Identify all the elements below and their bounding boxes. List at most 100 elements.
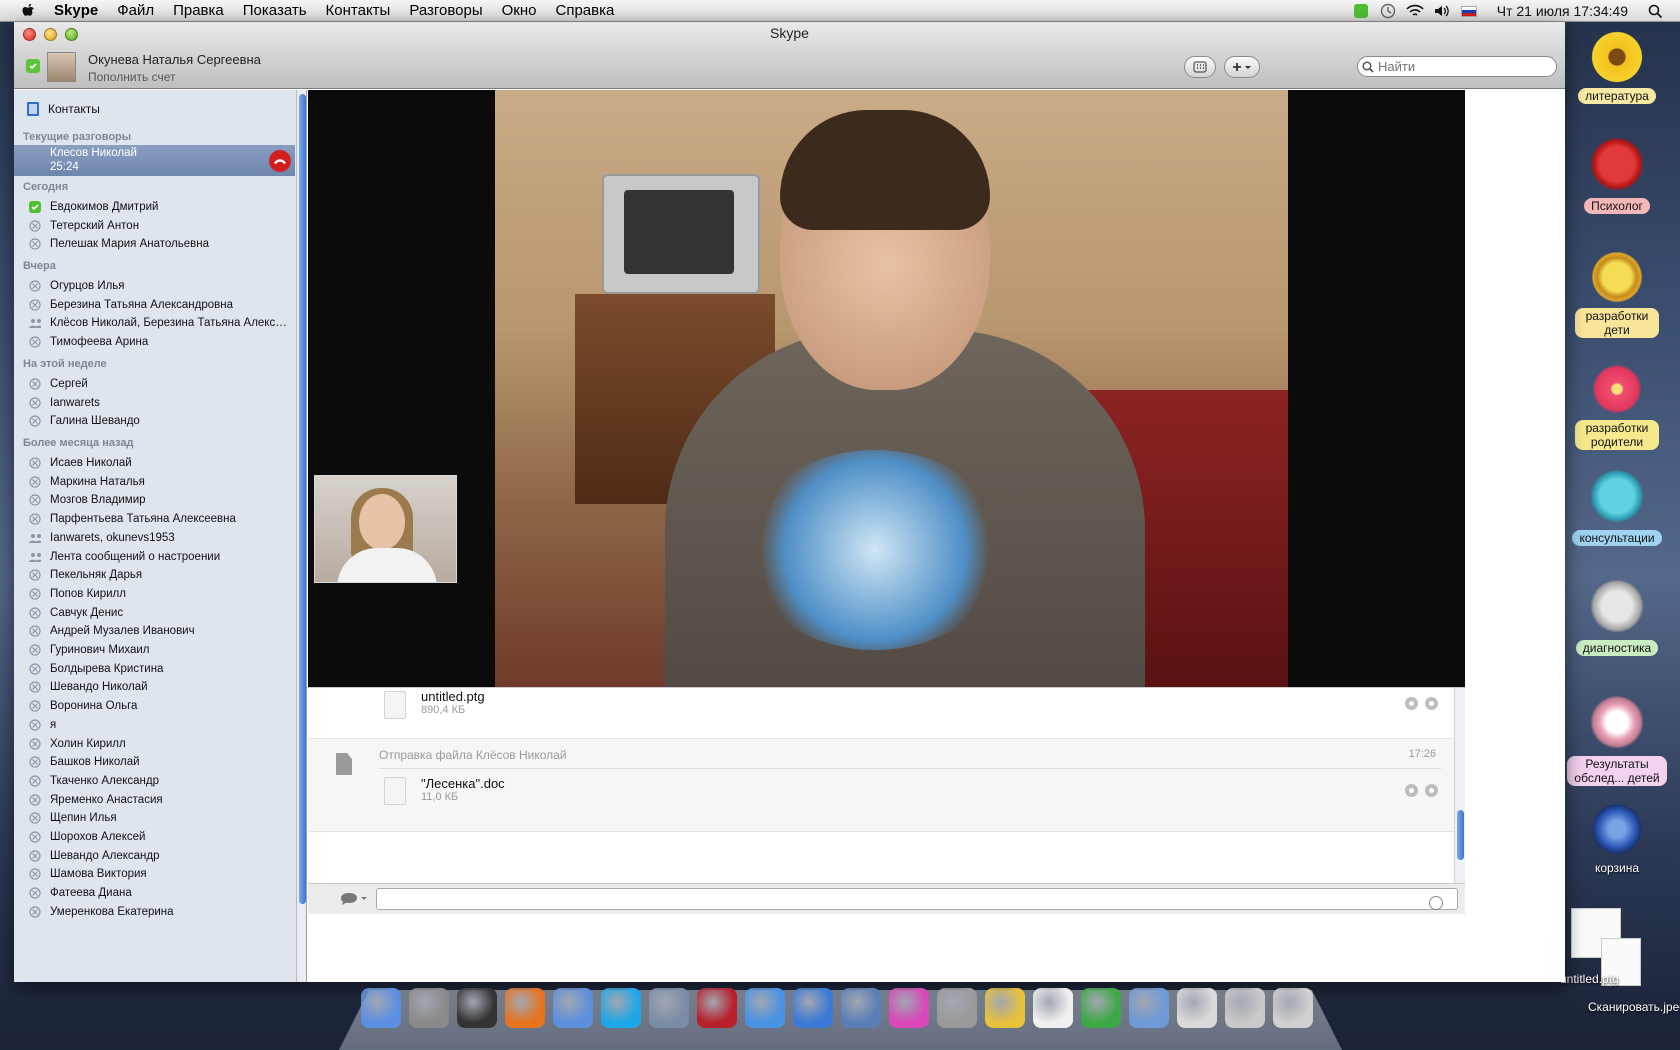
sidebar-contact-item[interactable]: Маркина Наталья [14, 472, 294, 492]
file-transfer-item[interactable]: untitled.ptg 890,4 КБ [308, 688, 1454, 734]
search-field[interactable] [1357, 56, 1557, 77]
sidebar-contact-item[interactable]: Яременко Анастасия [14, 790, 294, 810]
sidebar-contact-item[interactable]: Шорохов Алексей [14, 827, 294, 847]
desktop-icon-dev-parents[interactable]: разработки родители [1567, 360, 1667, 450]
user-name[interactable]: Окунева Наталья Сергеевна [88, 52, 261, 67]
sidebar-contact-item[interactable]: Воронина Ольга [14, 696, 294, 716]
dashboard-icon[interactable] [457, 988, 497, 1028]
menu-window[interactable]: Окно [502, 2, 537, 19]
sidebar-contact-item[interactable]: Березина Татьяна Александровна [14, 295, 294, 315]
menu-conversations[interactable]: Разговоры [409, 2, 482, 19]
preview-icon[interactable] [841, 988, 881, 1028]
desktop-icon-literature[interactable]: литература [1567, 28, 1667, 104]
sidebar-contact-item[interactable]: Андрей Музалев Иванович [14, 621, 294, 641]
sidebar-contact-item[interactable]: Шевандо Александр [14, 846, 294, 866]
facetime-icon[interactable] [553, 988, 593, 1028]
itunes-icon[interactable] [793, 988, 833, 1028]
file-transfer-item[interactable]: "Лесенка".doc 11,0 КБ [308, 776, 1454, 823]
sidebar-contact-item[interactable]: Исаев Николай [14, 453, 294, 473]
sidebar-contact-item[interactable]: Фатеева Диана [14, 883, 294, 903]
reveal-file-icon[interactable] [1405, 784, 1418, 797]
preview-file-icon[interactable] [1425, 697, 1438, 710]
desktop-icon-consultations[interactable]: консультации [1567, 470, 1667, 546]
sidebar-contact-item[interactable]: Парфентьева Татьяна Алексеевна [14, 509, 294, 529]
desktop-icon-psychologist[interactable]: Психолог [1567, 138, 1667, 214]
menu-app-name[interactable]: Skype [54, 2, 98, 19]
sidebar-contact-item[interactable]: Холин Кирилл [14, 734, 294, 754]
sidebar-contact-item[interactable]: Пелешак Мария Анатольевна [14, 234, 294, 254]
sidebar-contact-item[interactable]: Шевандо Николай [14, 677, 294, 697]
top-up-credit-link[interactable]: Пополнить счет [88, 70, 176, 84]
dial-pad-button[interactable] [1184, 56, 1216, 78]
gamecenter-icon[interactable] [889, 988, 929, 1028]
desktop-icon-trash[interactable]: корзина [1567, 800, 1667, 876]
time-machine-icon[interactable] [1377, 2, 1399, 20]
applications-folder-icon[interactable] [1129, 988, 1169, 1028]
sidebar-contact-item[interactable]: Ткаченко Александр [14, 771, 294, 791]
sidebar-contact-item[interactable]: Клёсов Николай, Березина Татьяна Алексан… [14, 313, 294, 333]
menu-edit[interactable]: Правка [173, 2, 224, 19]
sidebar-contact-item[interactable]: Савчук Денис [14, 603, 294, 623]
sidebar-contact-item[interactable]: Сергей [14, 374, 294, 394]
mail-icon[interactable] [649, 988, 689, 1028]
reveal-file-icon[interactable] [1405, 697, 1418, 710]
trash-icon[interactable] [1273, 988, 1313, 1028]
imovie-icon[interactable] [937, 988, 977, 1028]
emoticon-icon[interactable] [1429, 896, 1443, 910]
hang-up-button[interactable] [269, 150, 291, 172]
sidebar-contact-item[interactable]: Башков Николай [14, 752, 294, 772]
sidebar-contact-item[interactable]: Тимофеева Арина [14, 332, 294, 352]
downloads-stack-icon[interactable] [1225, 988, 1265, 1028]
file-name[interactable]: untitled.ptg [421, 689, 485, 704]
sidebar-scrollbar[interactable] [296, 90, 306, 982]
sidebar-contact-item[interactable]: Пекельняк Дарья [14, 565, 294, 585]
online-status-icon[interactable] [26, 59, 40, 73]
search-input[interactable] [1378, 59, 1538, 74]
desktop-icon-dev-children[interactable]: разработки дети [1567, 248, 1667, 338]
avatar[interactable] [47, 52, 76, 82]
sidebar-contact-item[interactable]: Ianwarets, okunevs1953 [14, 528, 294, 548]
sidebar-contact-item[interactable]: Лента сообщений о настроении [14, 547, 294, 567]
chat-scroll-thumb[interactable] [1457, 810, 1464, 860]
system-prefs-icon[interactable] [409, 988, 449, 1028]
sidebar-contact-item[interactable]: Болдырева Кристина [14, 659, 294, 679]
sidebar-item-contacts[interactable]: Контакты [26, 102, 100, 116]
chat-scrollbar[interactable] [1454, 688, 1465, 884]
apple-menu-icon[interactable] [18, 3, 40, 19]
menu-file[interactable]: Файл [117, 2, 154, 19]
self-video-preview[interactable] [314, 475, 457, 583]
add-button[interactable] [1224, 56, 1260, 78]
yellow-cat-icon[interactable] [985, 988, 1025, 1028]
desktop-icon-diagnostics[interactable]: диагностика [1567, 580, 1667, 656]
menu-help[interactable]: Справка [556, 2, 615, 19]
sidebar-contact-item[interactable]: я [14, 715, 294, 735]
sidebar-scroll-thumb[interactable] [299, 94, 306, 904]
spotlight-icon[interactable] [1644, 2, 1666, 20]
documents-stack-icon[interactable] [1177, 988, 1217, 1028]
sidebar-contact-item[interactable]: Ianwarets [14, 393, 294, 413]
wifi-icon[interactable] [1404, 2, 1426, 20]
firefox-icon[interactable] [505, 988, 545, 1028]
skype-icon[interactable] [601, 988, 641, 1028]
sidebar-contact-item[interactable]: Гуринович Михаил [14, 640, 294, 660]
green-cat-icon[interactable] [1081, 988, 1121, 1028]
menu-contacts[interactable]: Контакты [326, 2, 391, 19]
active-call-row[interactable]: Клесов Николай 25:24 [14, 145, 295, 176]
sidebar-contact-item[interactable]: Галина Шевандо [14, 411, 294, 431]
volume-icon[interactable] [1431, 2, 1453, 20]
sidebar-contact-item[interactable]: Щепин Илья [14, 808, 294, 828]
photobooth-icon[interactable] [697, 988, 737, 1028]
sidebar-contact-item[interactable]: Умеренкова Екатерина [14, 902, 294, 922]
daisy-icon[interactable] [1033, 988, 1073, 1028]
sidebar-contact-item[interactable]: Попов Кирилл [14, 584, 294, 604]
sidebar-contact-item[interactable]: Мозгов Владимир [14, 490, 294, 510]
sidebar-contact-item[interactable]: Шамова Виктория [14, 864, 294, 884]
menu-view[interactable]: Показать [243, 2, 307, 19]
preview-file-icon[interactable] [1425, 784, 1438, 797]
sidebar-contact-item[interactable]: Огурцов Илья [14, 276, 294, 296]
message-input[interactable] [376, 888, 1458, 910]
language-flag-icon[interactable] [1458, 2, 1480, 20]
desktop-icon-results[interactable]: Результаты обслед... детей [1567, 696, 1667, 786]
menu-clock[interactable]: Чт 21 июля 17:34:49 [1497, 3, 1628, 19]
skype-status-icon[interactable] [1350, 2, 1372, 20]
